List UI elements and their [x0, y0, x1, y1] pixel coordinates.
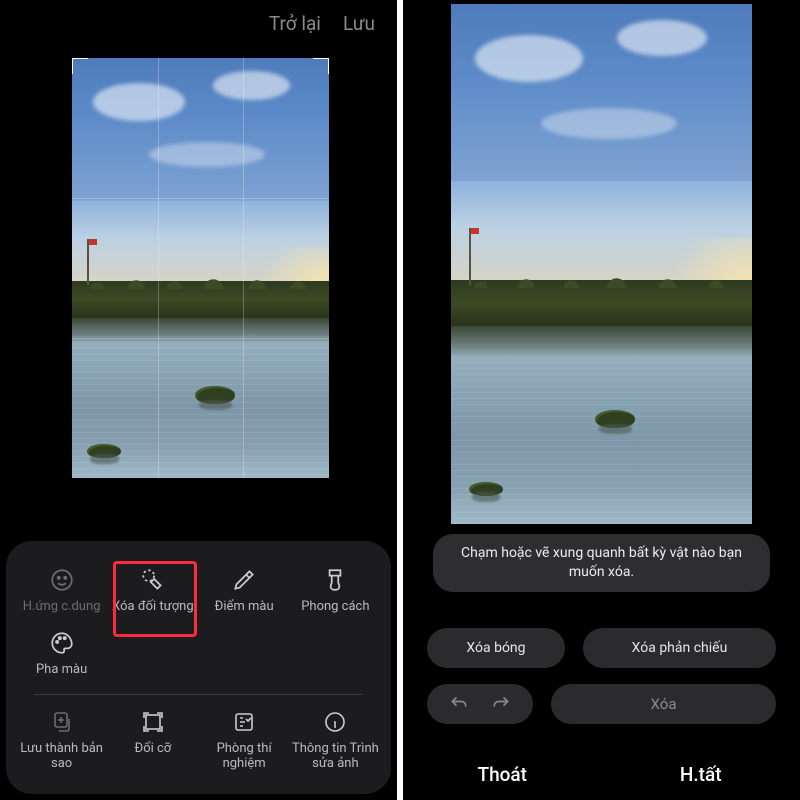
- brush-icon: [322, 567, 348, 593]
- btn-save-copy[interactable]: Lưu thành bản sao: [16, 701, 107, 780]
- btn-remove-reflection[interactable]: Xóa phản chiếu: [583, 628, 776, 668]
- exit-button[interactable]: Thoát: [403, 763, 602, 786]
- tool-drawer: H.ứng c.dung Xóa đối tượng Điểm màu: [6, 541, 391, 794]
- footer: Thoát H.tất: [403, 763, 800, 786]
- undo-row: Xóa: [427, 684, 776, 724]
- btn-lab[interactable]: Phòng thí nghiệm: [199, 701, 290, 780]
- tool-portrait-effect[interactable]: H.ứng c.dung: [16, 559, 107, 623]
- btn-delete[interactable]: Xóa: [551, 684, 776, 724]
- tool-color-point[interactable]: Điểm màu: [199, 559, 290, 623]
- tool-label: H.ứng c.dung: [23, 599, 101, 615]
- palette-icon: [49, 630, 75, 656]
- action-row: Xóa bóng Xóa phản chiếu: [427, 628, 776, 668]
- edit-screen: Trở lại Lưu: [0, 0, 400, 800]
- crop-canvas[interactable]: [72, 58, 329, 478]
- tool-label: Pha màu: [36, 662, 87, 678]
- btn-label: Thông tin Trình sửa ảnh: [292, 741, 379, 772]
- copy-icon: [49, 709, 75, 735]
- photo-canvas[interactable]: [451, 4, 752, 524]
- resize-icon: [140, 709, 166, 735]
- tool-style[interactable]: Phong cách: [290, 559, 381, 623]
- back-button[interactable]: Trở lại: [269, 12, 321, 35]
- remove-object-screen: Chạm hoặc vẽ xung quanh bất kỳ vật nào b…: [400, 0, 800, 800]
- done-button[interactable]: H.tất: [602, 763, 800, 786]
- photo-preview: [451, 4, 752, 524]
- header: Trở lại Lưu: [0, 0, 397, 46]
- btn-info[interactable]: Thông tin Trình sửa ảnh: [290, 701, 381, 780]
- btn-label: Lưu thành bản sao: [18, 741, 105, 772]
- eyedropper-icon: [231, 567, 257, 593]
- eraser-icon: [140, 567, 166, 593]
- lab-icon: [231, 709, 257, 735]
- crop-handle-tl[interactable]: [72, 58, 88, 74]
- undo-button[interactable]: [449, 694, 469, 714]
- tool-color-mix[interactable]: Pha màu: [16, 622, 107, 686]
- divider: [34, 694, 363, 695]
- face-icon: [49, 567, 75, 593]
- undo-redo-group: [427, 684, 533, 724]
- tool-label: Điểm màu: [215, 599, 274, 615]
- info-icon: [322, 709, 348, 735]
- btn-resize[interactable]: Đổi cỡ: [107, 701, 198, 780]
- hint-text: Chạm hoặc vẽ xung quanh bất kỳ vật nào b…: [433, 534, 770, 592]
- redo-button[interactable]: [491, 694, 511, 714]
- crop-handle-tr[interactable]: [313, 58, 329, 74]
- btn-remove-shadow[interactable]: Xóa bóng: [427, 628, 565, 668]
- btn-label: Đổi cỡ: [134, 741, 171, 757]
- tool-label: Xóa đối tượng: [112, 599, 194, 615]
- btn-label: Phòng thí nghiệm: [201, 741, 288, 772]
- photo-preview: [72, 58, 329, 478]
- save-button[interactable]: Lưu: [343, 12, 375, 35]
- tool-label: Phong cách: [301, 599, 369, 615]
- tool-remove-object[interactable]: Xóa đối tượng: [107, 559, 198, 623]
